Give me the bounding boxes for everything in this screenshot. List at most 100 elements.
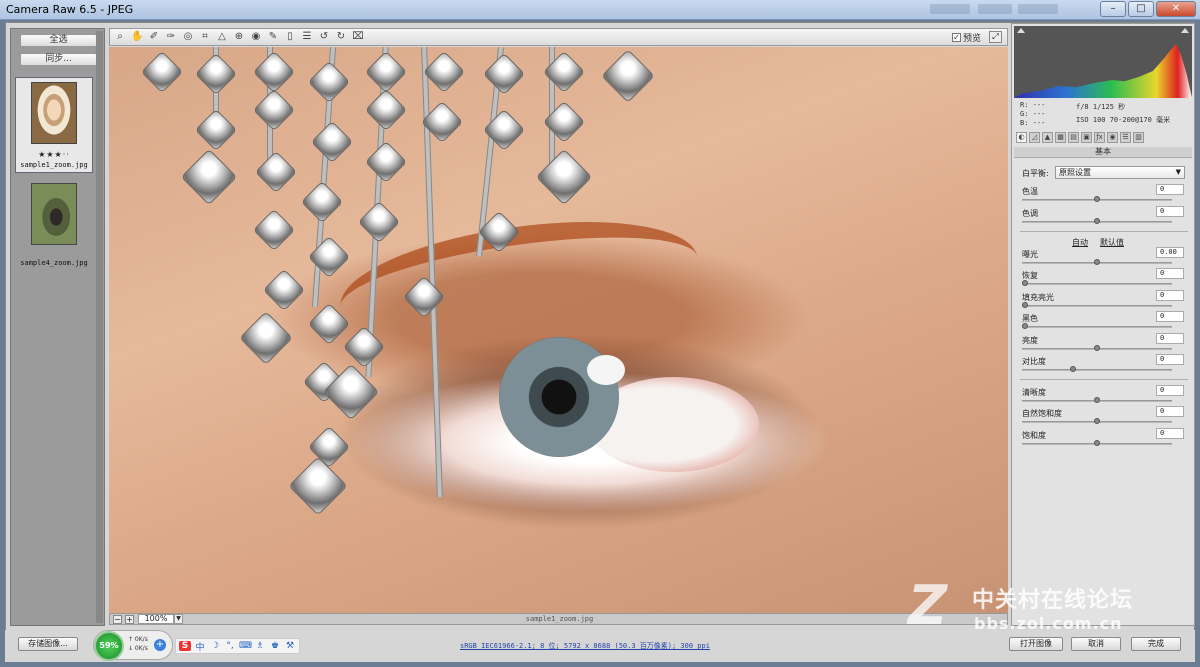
- user-icon[interactable]: ♗: [254, 641, 266, 651]
- watermark-site-name: 中关村在线论坛: [972, 588, 1134, 613]
- detail-tab-icon[interactable]: ▲: [1042, 132, 1053, 143]
- red-eye-tool-icon[interactable]: ◉: [250, 31, 262, 43]
- open-image-button[interactable]: 打开图像: [1009, 637, 1063, 651]
- slider-track[interactable]: [1022, 305, 1172, 307]
- slider-thumb[interactable]: [1022, 323, 1028, 329]
- plus-icon[interactable]: +: [154, 639, 166, 651]
- select-all-button[interactable]: 全选: [20, 34, 97, 47]
- tone-curve-tab-icon[interactable]: ◿: [1029, 132, 1040, 143]
- slider-clarity: 清晰度 0: [1022, 385, 1190, 407]
- slider-value-input[interactable]: 0.00: [1156, 247, 1184, 258]
- sogou-logo-icon[interactable]: S: [179, 641, 191, 651]
- wrench-icon[interactable]: ⚒: [284, 641, 296, 651]
- network-monitor[interactable]: 59% ↑ 0K/s ↓ 0K/s +: [93, 630, 173, 661]
- shirt-icon[interactable]: ♚: [269, 641, 281, 651]
- slider-track[interactable]: [1022, 283, 1172, 285]
- thumb-frame: ★★★·· sample1_zoom.jpg: [15, 77, 93, 173]
- zoom-tool-icon[interactable]: ⌕: [114, 31, 126, 43]
- slider-thumb[interactable]: [1094, 259, 1100, 265]
- white-balance-select[interactable]: 原照设置 ▼: [1055, 166, 1185, 179]
- white-balance-value: 原照设置: [1059, 168, 1091, 177]
- slider-thumb[interactable]: [1094, 418, 1100, 424]
- workflow-options-link[interactable]: sRGB IEC61966-2.1; 8 位; 5792 x 8688 (50.…: [460, 641, 710, 651]
- color-sampler-tool-icon[interactable]: ✑: [165, 31, 177, 43]
- slider-track[interactable]: [1022, 369, 1172, 371]
- filmstrip-thumb[interactable]: ★★★·· sample1_zoom.jpg: [15, 77, 93, 173]
- preview-toggle[interactable]: ✓ 预览: [951, 31, 981, 44]
- sync-button[interactable]: 同步...: [20, 53, 97, 66]
- save-image-button[interactable]: 存储图像...: [18, 637, 78, 651]
- rotate-right-icon[interactable]: ↻: [335, 31, 347, 43]
- straighten-tool-icon[interactable]: △: [216, 31, 228, 43]
- camera-calibration-tab-icon[interactable]: ◉: [1107, 132, 1118, 143]
- exif-iso-lens: ISO 100 70-200@170 毫米: [1076, 116, 1171, 124]
- slider-thumb[interactable]: [1094, 345, 1100, 351]
- default-link[interactable]: 默认值: [1100, 237, 1124, 248]
- zoom-level-field[interactable]: 100%: [138, 614, 174, 624]
- snapshots-tab-icon[interactable]: ▥: [1133, 132, 1144, 143]
- basic-tab-icon[interactable]: ◐: [1016, 132, 1027, 143]
- fullscreen-icon[interactable]: ⤢: [989, 31, 1002, 43]
- slider-value-input[interactable]: 0: [1156, 385, 1184, 396]
- punctuation-icon[interactable]: °,: [224, 641, 236, 651]
- cancel-button[interactable]: 取消: [1071, 637, 1121, 651]
- slider-value-input[interactable]: 0: [1156, 184, 1184, 195]
- slider-value-input[interactable]: 0: [1156, 206, 1184, 217]
- effects-tab-icon[interactable]: ƒx: [1094, 132, 1105, 143]
- zoom-dropdown-icon[interactable]: ▼: [174, 614, 183, 624]
- slider-track[interactable]: [1022, 326, 1172, 328]
- slider-value-input[interactable]: 0: [1156, 268, 1184, 279]
- slider-value-input[interactable]: 0: [1156, 333, 1184, 344]
- zoom-in-button[interactable]: +: [125, 615, 134, 624]
- presets-tab-icon[interactable]: ☰: [1120, 132, 1131, 143]
- shadow-clipping-icon[interactable]: [1017, 28, 1025, 33]
- crop-tool-icon[interactable]: ⌗: [199, 31, 211, 43]
- image-preview[interactable]: [109, 47, 1008, 613]
- targeted-adjustment-tool-icon[interactable]: ◎: [182, 31, 194, 43]
- adjustment-brush-tool-icon[interactable]: ✎: [267, 31, 279, 43]
- close-button[interactable]: ✕: [1156, 1, 1196, 17]
- slider-thumb[interactable]: [1022, 302, 1028, 308]
- slider-label: 曝光: [1022, 250, 1038, 259]
- hsl-tab-icon[interactable]: ▦: [1055, 132, 1066, 143]
- filmstrip-scrollbar[interactable]: [96, 31, 103, 623]
- tool-bar: ⌕ ✋ ✐ ✑ ◎ ⌗ △ ⊕ ◉ ✎ ▯ ☰ ↺ ↻ ⌧ ✓ 预览 ⤢: [109, 28, 1008, 46]
- spot-removal-tool-icon[interactable]: ⊕: [233, 31, 245, 43]
- slider-value-input[interactable]: 0: [1156, 406, 1184, 417]
- star-rating[interactable]: ★★★··: [19, 150, 89, 159]
- hand-tool-icon[interactable]: ✋: [131, 31, 143, 43]
- slider-value-input[interactable]: 0: [1156, 428, 1184, 439]
- preview-checkbox[interactable]: ✓: [951, 33, 961, 42]
- title-bar-item: [978, 4, 1012, 14]
- rotate-left-icon[interactable]: ↺: [318, 31, 330, 43]
- chinese-mode-icon[interactable]: 中: [194, 640, 206, 653]
- white-balance-tool-icon[interactable]: ✐: [148, 31, 160, 43]
- slider-thumb[interactable]: [1094, 440, 1100, 446]
- highlight-clipping-icon[interactable]: [1181, 28, 1189, 33]
- done-button[interactable]: 完成: [1131, 637, 1181, 651]
- slider-thumb[interactable]: [1094, 218, 1100, 224]
- graduated-filter-tool-icon[interactable]: ▯: [284, 31, 296, 43]
- moon-icon[interactable]: ☽: [209, 641, 221, 651]
- slider-exposure: 曝光 0.00: [1022, 247, 1190, 269]
- maximize-button[interactable]: □: [1128, 1, 1154, 17]
- slider-value-input[interactable]: 0: [1156, 354, 1184, 365]
- slider-thumb[interactable]: [1094, 196, 1100, 202]
- trash-icon[interactable]: ⌧: [352, 31, 364, 43]
- rgb-values: R: --- G: --- B: ---: [1020, 101, 1045, 128]
- filmstrip-thumb[interactable]: sample4_zoom.jpg: [15, 179, 93, 275]
- slider-value-input[interactable]: 0: [1156, 311, 1184, 322]
- split-toning-tab-icon[interactable]: ▤: [1068, 132, 1079, 143]
- slider-thumb[interactable]: [1094, 397, 1100, 403]
- slider-value-input[interactable]: 0: [1156, 290, 1184, 301]
- keyboard-icon[interactable]: ⌨: [239, 641, 252, 651]
- auto-link[interactable]: 自动: [1072, 237, 1088, 248]
- minimize-button[interactable]: –: [1100, 1, 1126, 17]
- zoom-out-button[interactable]: −: [113, 615, 122, 624]
- slider-thumb[interactable]: [1022, 280, 1028, 286]
- preferences-tool-icon[interactable]: ☰: [301, 31, 313, 43]
- slider-recovery: 恢复 0: [1022, 268, 1190, 290]
- lens-corrections-tab-icon[interactable]: ▣: [1081, 132, 1092, 143]
- jewel: [535, 148, 593, 206]
- slider-thumb[interactable]: [1069, 366, 1076, 372]
